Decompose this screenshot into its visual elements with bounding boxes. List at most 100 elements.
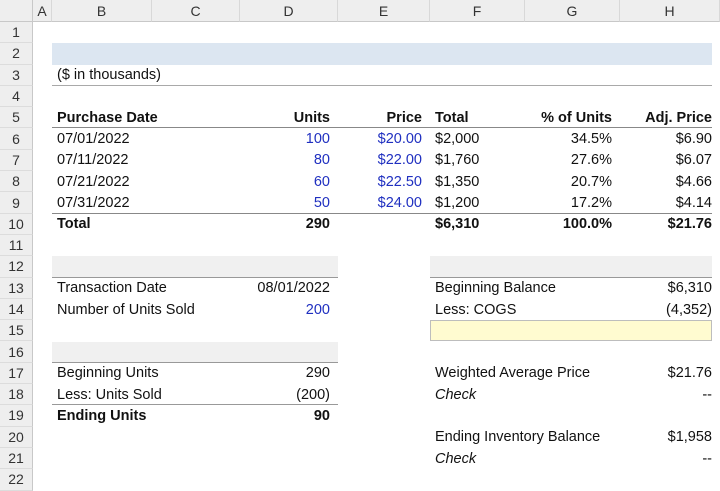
cell-e15[interactable] bbox=[338, 320, 430, 341]
cell-d4[interactable] bbox=[240, 86, 338, 107]
row-header-7[interactable]: 7 bbox=[0, 150, 33, 171]
cell-h12[interactable] bbox=[620, 256, 720, 277]
cell-d16[interactable] bbox=[240, 341, 338, 362]
cell-d7[interactable]: 80 bbox=[240, 150, 338, 171]
cell-b8[interactable]: 07/21/2022 bbox=[52, 171, 152, 192]
cell-f1[interactable] bbox=[430, 22, 525, 43]
cell-g12[interactable] bbox=[525, 256, 620, 277]
select-all-corner[interactable] bbox=[0, 0, 33, 22]
cell-c4[interactable] bbox=[152, 86, 240, 107]
cell-b10[interactable]: Total bbox=[52, 214, 152, 235]
cell-b20[interactable] bbox=[52, 427, 152, 448]
cell-h15[interactable]: $1,958 bbox=[620, 320, 720, 341]
cell-a9[interactable] bbox=[33, 192, 52, 213]
row-header-11[interactable]: 11 bbox=[0, 235, 33, 256]
cell-a20[interactable] bbox=[33, 427, 52, 448]
row-header-10[interactable]: 10 bbox=[0, 214, 33, 235]
cell-a19[interactable] bbox=[33, 405, 52, 426]
cell-g11[interactable] bbox=[525, 235, 620, 256]
cell-c9[interactable] bbox=[152, 192, 240, 213]
cell-b21[interactable] bbox=[52, 448, 152, 469]
cell-b2[interactable]: Average Cost Method bbox=[52, 43, 152, 64]
cell-e5[interactable]: Price bbox=[338, 107, 430, 128]
cell-d9[interactable]: 50 bbox=[240, 192, 338, 213]
row-header-1[interactable]: 1 bbox=[0, 22, 33, 43]
cell-f7[interactable]: $1,760 bbox=[430, 150, 525, 171]
cell-h19[interactable] bbox=[620, 405, 720, 426]
row-header-18[interactable]: 18 bbox=[0, 384, 33, 405]
cell-e17[interactable] bbox=[338, 363, 430, 384]
cell-b16[interactable]: Inventory Count bbox=[52, 341, 152, 362]
cell-f14[interactable]: Less: COGS bbox=[430, 299, 525, 320]
cell-c10[interactable] bbox=[152, 214, 240, 235]
cell-d17[interactable]: 290 bbox=[240, 363, 338, 384]
column-header-d[interactable]: D bbox=[240, 0, 338, 22]
cell-g1[interactable] bbox=[525, 22, 620, 43]
cell-e6[interactable]: $20.00 bbox=[338, 128, 430, 149]
cell-f19[interactable] bbox=[430, 405, 525, 426]
cell-h21[interactable]: -- bbox=[620, 448, 720, 469]
cell-e22[interactable] bbox=[338, 469, 430, 490]
cell-h8[interactable]: $4.66 bbox=[620, 171, 720, 192]
cell-a3[interactable] bbox=[33, 65, 52, 86]
cell-f18[interactable]: Check bbox=[430, 384, 525, 405]
cell-e21[interactable] bbox=[338, 448, 430, 469]
cell-g3[interactable] bbox=[525, 65, 620, 86]
cell-h18[interactable]: -- bbox=[620, 384, 720, 405]
cell-d5[interactable]: Units bbox=[240, 107, 338, 128]
cell-c17[interactable] bbox=[152, 363, 240, 384]
cell-c18[interactable] bbox=[152, 384, 240, 405]
cell-e7[interactable]: $22.00 bbox=[338, 150, 430, 171]
cell-h14[interactable]: (4,352) bbox=[620, 299, 720, 320]
cell-h11[interactable] bbox=[620, 235, 720, 256]
cell-c5[interactable] bbox=[152, 107, 240, 128]
column-header-a[interactable]: A bbox=[33, 0, 52, 22]
cell-g19[interactable] bbox=[525, 405, 620, 426]
cell-c7[interactable] bbox=[152, 150, 240, 171]
cell-b11[interactable] bbox=[52, 235, 152, 256]
cell-a4[interactable] bbox=[33, 86, 52, 107]
cell-f12[interactable]: Inventory Carrying Value bbox=[430, 256, 525, 277]
cell-d11[interactable] bbox=[240, 235, 338, 256]
cell-f6[interactable]: $2,000 bbox=[430, 128, 525, 149]
cell-d6[interactable]: 100 bbox=[240, 128, 338, 149]
cell-h22[interactable] bbox=[620, 469, 720, 490]
cell-d1[interactable] bbox=[240, 22, 338, 43]
cell-g10[interactable]: 100.0% bbox=[525, 214, 620, 235]
cell-a13[interactable] bbox=[33, 278, 52, 299]
row-header-19[interactable]: 19 bbox=[0, 405, 33, 426]
cell-b7[interactable]: 07/11/2022 bbox=[52, 150, 152, 171]
cell-d12[interactable] bbox=[240, 256, 338, 277]
cell-b5[interactable]: Purchase Date bbox=[52, 107, 152, 128]
cell-a16[interactable] bbox=[33, 341, 52, 362]
row-header-12[interactable]: 12 bbox=[0, 256, 33, 277]
row-header-17[interactable]: 17 bbox=[0, 363, 33, 384]
cell-g15[interactable] bbox=[525, 320, 620, 341]
cell-f2[interactable] bbox=[430, 43, 525, 64]
cell-a11[interactable] bbox=[33, 235, 52, 256]
cell-b17[interactable]: Beginning Units bbox=[52, 363, 152, 384]
row-header-3[interactable]: 3 bbox=[0, 65, 33, 86]
cell-b3[interactable]: ($ in thousands) bbox=[52, 65, 152, 86]
row-header-21[interactable]: 21 bbox=[0, 448, 33, 469]
cell-b4[interactable] bbox=[52, 86, 152, 107]
cell-g5[interactable]: % of Units bbox=[525, 107, 620, 128]
cell-a17[interactable] bbox=[33, 363, 52, 384]
row-header-20[interactable]: 20 bbox=[0, 427, 33, 448]
cell-a14[interactable] bbox=[33, 299, 52, 320]
column-header-c[interactable]: C bbox=[152, 0, 240, 22]
cell-a7[interactable] bbox=[33, 150, 52, 171]
column-header-h[interactable]: H bbox=[620, 0, 720, 22]
cell-f15[interactable]: Ending Balance bbox=[430, 320, 525, 341]
cell-c14[interactable] bbox=[152, 299, 240, 320]
cell-h3[interactable] bbox=[620, 65, 720, 86]
cell-d19[interactable]: 90 bbox=[240, 405, 338, 426]
cell-g22[interactable] bbox=[525, 469, 620, 490]
cell-d3[interactable] bbox=[240, 65, 338, 86]
cell-f22[interactable] bbox=[430, 469, 525, 490]
cell-b18[interactable]: Less: Units Sold bbox=[52, 384, 152, 405]
row-header-22[interactable]: 22 bbox=[0, 469, 33, 490]
cell-c1[interactable] bbox=[152, 22, 240, 43]
cell-d14[interactable]: 200 bbox=[240, 299, 338, 320]
cell-c15[interactable] bbox=[152, 320, 240, 341]
